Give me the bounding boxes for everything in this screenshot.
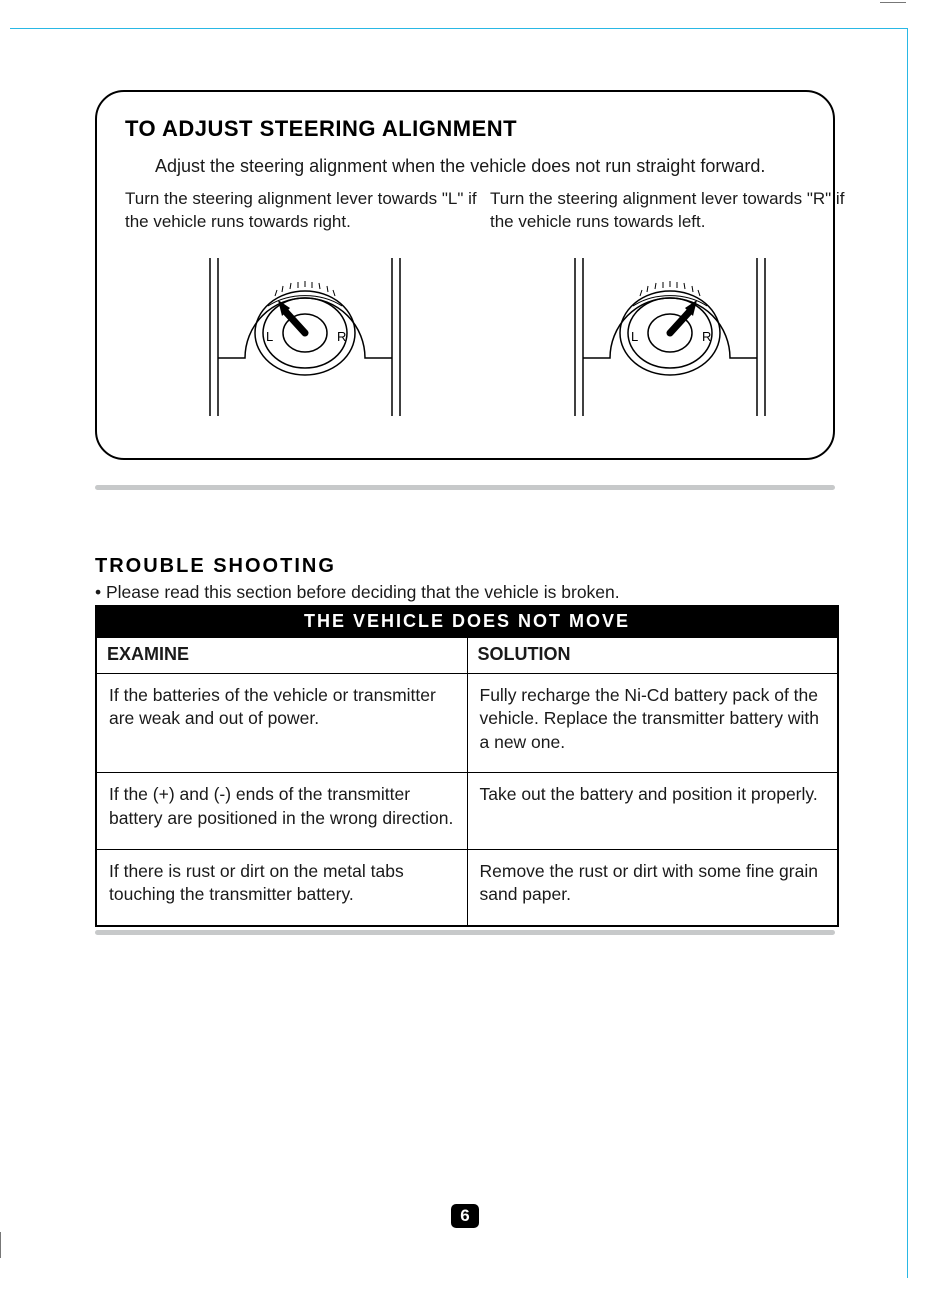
cell-examine: If there is rust or dirt on the metal ta… xyxy=(96,849,467,926)
section-divider xyxy=(95,930,835,935)
troubleshoot-table: THE VEHICLE DOES NOT MOVE EXAMINE SOLUTI… xyxy=(95,605,839,927)
cell-examine: If the batteries of the vehicle or trans… xyxy=(96,673,467,773)
panel-subtitle: Adjust the steering alignment when the v… xyxy=(155,156,765,177)
cell-solution: Take out the battery and position it pro… xyxy=(467,773,838,849)
cell-solution: Remove the rust or dirt with some fine g… xyxy=(467,849,838,926)
table-title-row: THE VEHICLE DOES NOT MOVE xyxy=(96,606,838,638)
page-content: TO ADJUST STEERING ALIGNMENT Adjust the … xyxy=(40,50,890,1250)
steering-dial-right-icon: L R xyxy=(555,248,785,418)
cell-solution: Fully recharge the Ni-Cd battery pack of… xyxy=(467,673,838,773)
table-header-row: EXAMINE SOLUTION xyxy=(96,638,838,673)
table-row: If the (+) and (-) ends of the transmitt… xyxy=(96,773,838,849)
table-header-solution: SOLUTION xyxy=(467,638,838,673)
panel-right-text: Turn the steering alignment lever toward… xyxy=(490,188,850,234)
dial-label-R: R xyxy=(702,329,711,344)
steering-dial-left-icon: L R xyxy=(190,248,420,418)
panel-title: TO ADJUST STEERING ALIGNMENT xyxy=(125,116,517,142)
crop-mark-vertical xyxy=(0,1232,1,1258)
dial-right: L R xyxy=(490,245,850,420)
troubleshoot-heading: TROUBLE SHOOTING xyxy=(95,555,336,578)
table-title: THE VEHICLE DOES NOT MOVE xyxy=(96,606,838,638)
table-row: If there is rust or dirt on the metal ta… xyxy=(96,849,838,926)
page-number-badge: 6 xyxy=(451,1204,479,1228)
crop-mark-horizontal xyxy=(880,2,906,3)
panel-left-text: Turn the steering alignment lever toward… xyxy=(125,188,485,234)
cell-examine: If the (+) and (-) ends of the transmitt… xyxy=(96,773,467,849)
dial-left: L R xyxy=(125,245,485,420)
table-row: If the batteries of the vehicle or trans… xyxy=(96,673,838,773)
dial-label-R: R xyxy=(337,329,346,344)
troubleshoot-note: • Please read this section before decidi… xyxy=(95,582,620,603)
steering-panel: TO ADJUST STEERING ALIGNMENT Adjust the … xyxy=(95,90,835,460)
dial-label-L: L xyxy=(631,329,638,344)
section-divider xyxy=(95,485,835,490)
table-header-examine: EXAMINE xyxy=(96,638,467,673)
dial-label-L: L xyxy=(266,329,273,344)
